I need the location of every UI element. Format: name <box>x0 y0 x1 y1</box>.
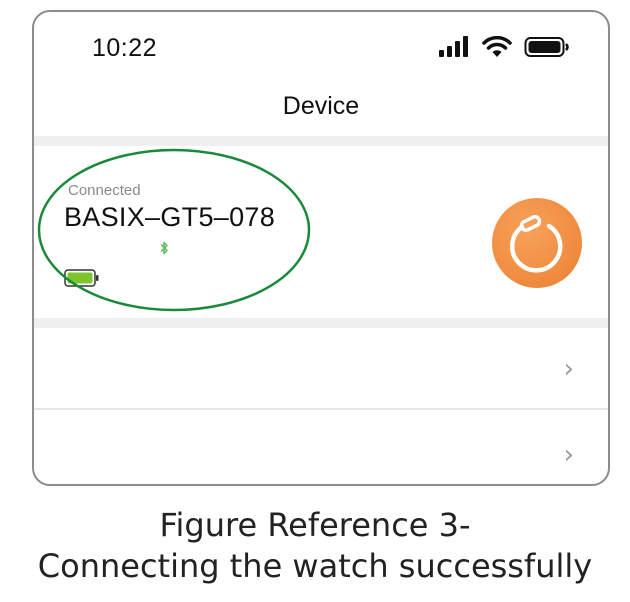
caption-line-1: Figure Reference 3- <box>159 506 471 544</box>
caption-line-2: Connecting the watch successfully <box>37 547 593 585</box>
list-item[interactable]: › <box>34 410 608 484</box>
list-item[interactable]: › <box>34 328 608 408</box>
section-gap <box>34 318 608 328</box>
phone-screen: 10:22 Device Connected BASIX–GT5–078 › › <box>32 10 610 486</box>
section-gap <box>34 136 608 146</box>
figure: 10:22 Device Connected BASIX–GT5–078 › ›… <box>0 0 630 602</box>
device-name: BASIX–GT5–078 <box>64 202 276 232</box>
chevron-right-icon: › <box>563 354 574 384</box>
chevron-right-icon: › <box>563 440 574 470</box>
signal-icon <box>439 36 468 57</box>
battery-icon <box>524 37 569 57</box>
page-title: Device <box>282 92 360 120</box>
device-card[interactable]: Connected BASIX–GT5–078 <box>34 146 608 318</box>
wifi-icon <box>482 36 512 57</box>
status-time: 10:22 <box>92 34 158 62</box>
connection-status: Connected <box>68 182 141 199</box>
battery-full-icon <box>64 269 99 287</box>
watch-action-button[interactable] <box>492 198 582 288</box>
watch-refresh-icon <box>510 215 563 273</box>
bluetooth-icon <box>160 241 168 255</box>
